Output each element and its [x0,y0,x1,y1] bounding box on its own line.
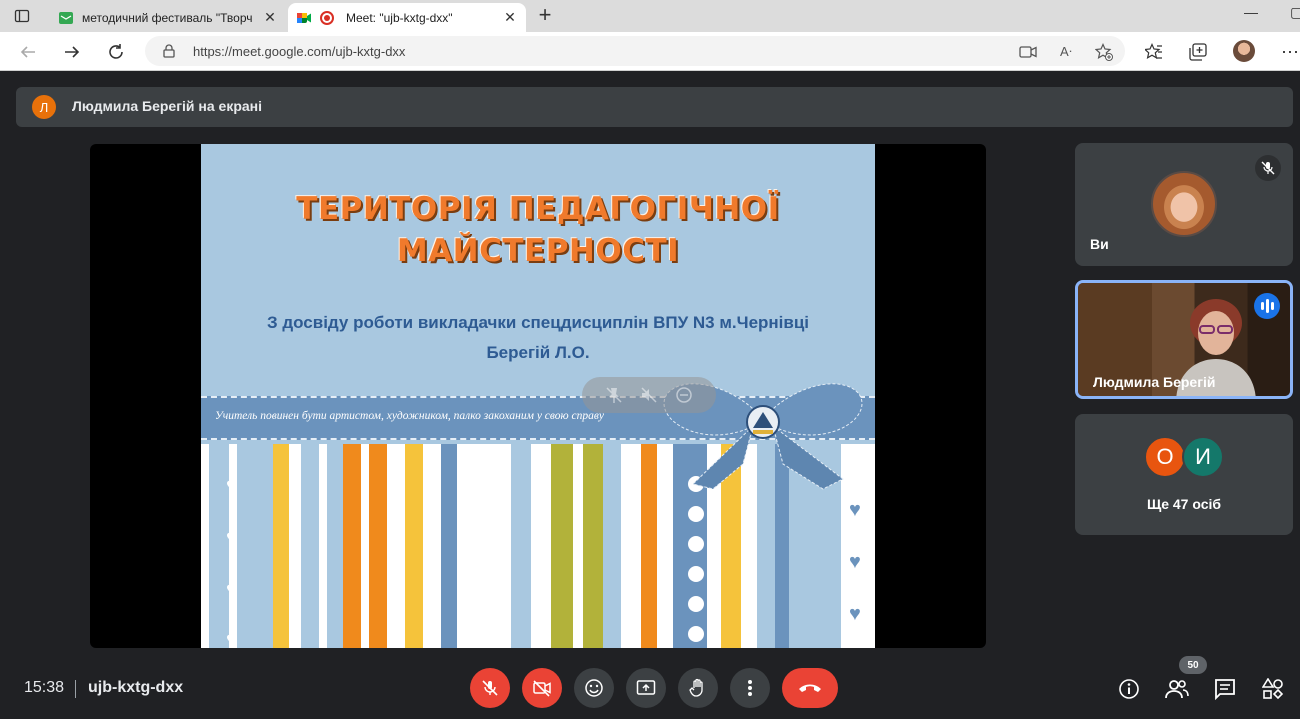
dot-decoration [688,596,704,612]
raise-hand-button[interactable] [678,668,718,708]
meeting-details-icon[interactable] [1116,676,1142,702]
tab-meet[interactable]: Meet: "ujb-kxtg-dxx" ✕ [288,3,526,32]
url-text[interactable]: https://meet.google.com/ujb-kxtg-dxx [193,44,405,59]
present-icon [636,680,656,695]
heart-icon: ♥ [849,551,861,573]
tab-title: Meet: "ujb-kxtg-dxx" [346,10,453,25]
others-tile[interactable]: О И Ще 47 осіб [1075,414,1293,535]
maximize-icon[interactable]: ▢ [1290,4,1300,21]
emoji-icon [585,679,603,697]
refresh-icon[interactable] [104,40,128,64]
leave-call-button[interactable] [782,668,838,708]
unpin-icon[interactable] [603,384,625,406]
read-aloud-icon[interactable]: A͏ᐧ [1057,43,1075,61]
forward-icon[interactable] [60,40,84,64]
heart-icon: ♥ [849,627,861,648]
minimize-icon[interactable]: — [1244,4,1258,20]
chat-icon[interactable] [1212,676,1238,702]
participant-avatar: О [1144,436,1186,478]
presentation-overlay-controls [582,377,716,413]
camera-permission-icon[interactable] [1019,43,1037,61]
present-screen-button[interactable] [626,668,666,708]
participant-name: Людмила Берегій [1093,374,1216,390]
participant-name: Ви [1090,236,1109,252]
more-vert-icon [748,680,752,696]
heart-icon: ♥ [226,629,238,648]
collections-icon[interactable] [1186,40,1210,64]
browser-tab-strip: методичний фестиваль "Творч ✕ Meet: "ujb… [0,0,1300,32]
back-icon[interactable] [16,40,40,64]
dot-decoration [688,536,704,552]
close-icon[interactable]: ✕ [262,9,278,26]
slide-title: ТЕРИТОРІЯ ПЕДАГОГІЧНОЇ МАЙСТЕРНОСТІ [201,188,875,272]
divider [75,680,76,698]
heart-icon: ♥ [226,527,238,549]
presentation-stage[interactable]: ТЕРИТОРІЯ ПЕДАГОГІЧНОЇ МАЙСТЕРНОСТІ З до… [90,144,986,648]
profile-avatar[interactable] [1233,40,1255,62]
hang-up-icon [799,684,821,692]
address-bar-row: https://meet.google.com/ujb-kxtg-dxx A͏ᐧ… [0,32,1300,71]
mic-off-icon [482,680,498,696]
camera-off-icon [533,680,551,697]
mic-off-icon [1255,155,1281,181]
minimize-circle-icon[interactable] [673,384,695,406]
meeting-time: 15:38 [24,679,65,696]
self-tile[interactable]: Ви [1075,143,1293,266]
presenting-banner: Л Людмила Берегій на екрані [16,87,1293,127]
add-favorite-icon[interactable] [1095,43,1113,61]
heart-icon: ♥ [849,603,861,625]
shared-slide: ТЕРИТОРІЯ ПЕДАГОГІЧНОЇ МАЙСТЕРНОСТІ З до… [201,144,875,648]
reactions-button[interactable] [574,668,614,708]
dot-decoration [688,566,704,582]
slide-title-line2: МАЙСТЕРНОСТІ [396,233,680,269]
recording-icon [320,10,334,25]
microphone-toggle-button[interactable] [470,668,510,708]
tab-actions-icon[interactable] [12,6,32,26]
tab-festival[interactable]: методичний фестиваль "Творч ✕ [50,3,286,32]
speaker-tile[interactable]: Людмила Берегій [1075,280,1293,399]
favorites-icon[interactable] [1142,40,1166,64]
dot-decoration [688,626,704,642]
heart-icon: ♥ [226,475,238,497]
tab-title: методичний фестиваль "Творч [82,10,253,25]
close-icon[interactable]: ✕ [502,9,518,26]
meet-icon [296,10,312,26]
dot-decoration [688,506,704,522]
camera-toggle-button[interactable] [522,668,562,708]
presenter-avatar: Л [32,95,56,119]
presenter-label: Людмила Берегій на екрані [72,98,263,114]
participant-avatar: И [1182,436,1224,478]
more-participants-label: Ще 47 осіб [1146,496,1222,512]
slide-title-line1: ТЕРИТОРІЯ ПЕДАГОГІЧНОЇ [296,191,780,227]
heart-icon: ♥ [849,577,861,599]
participants-count-badge: 50 [1179,656,1207,674]
more-options-button[interactable] [730,668,770,708]
activities-icon[interactable] [1260,676,1286,702]
heart-icon: ♥ [849,525,861,547]
document-icon [58,10,74,26]
meeting-code: ujb-kxtg-dxx [88,679,184,696]
slide-motto: Учитель повинен бути артистом, художнико… [215,410,604,422]
new-tab-button[interactable]: + [534,4,556,27]
avatar [1151,171,1217,237]
lock-icon[interactable] [163,44,175,63]
heart-icon: ♥ [849,499,861,521]
hand-icon [689,678,703,697]
people-icon[interactable] [1164,676,1190,702]
heart-icon: ♥ [226,579,238,601]
address-bar[interactable]: https://meet.google.com/ujb-kxtg-dxx A͏ᐧ [145,36,1125,66]
slide-subtitle: З досвіду роботи викладачки спецдисциплі… [201,308,875,368]
more-options-icon[interactable]: ⋯ [1278,40,1300,64]
speaking-indicator-icon [1254,293,1280,319]
slide-subtitle-line1: З досвіду роботи викладачки спецдисциплі… [266,313,810,332]
mute-audio-icon[interactable] [638,384,660,406]
